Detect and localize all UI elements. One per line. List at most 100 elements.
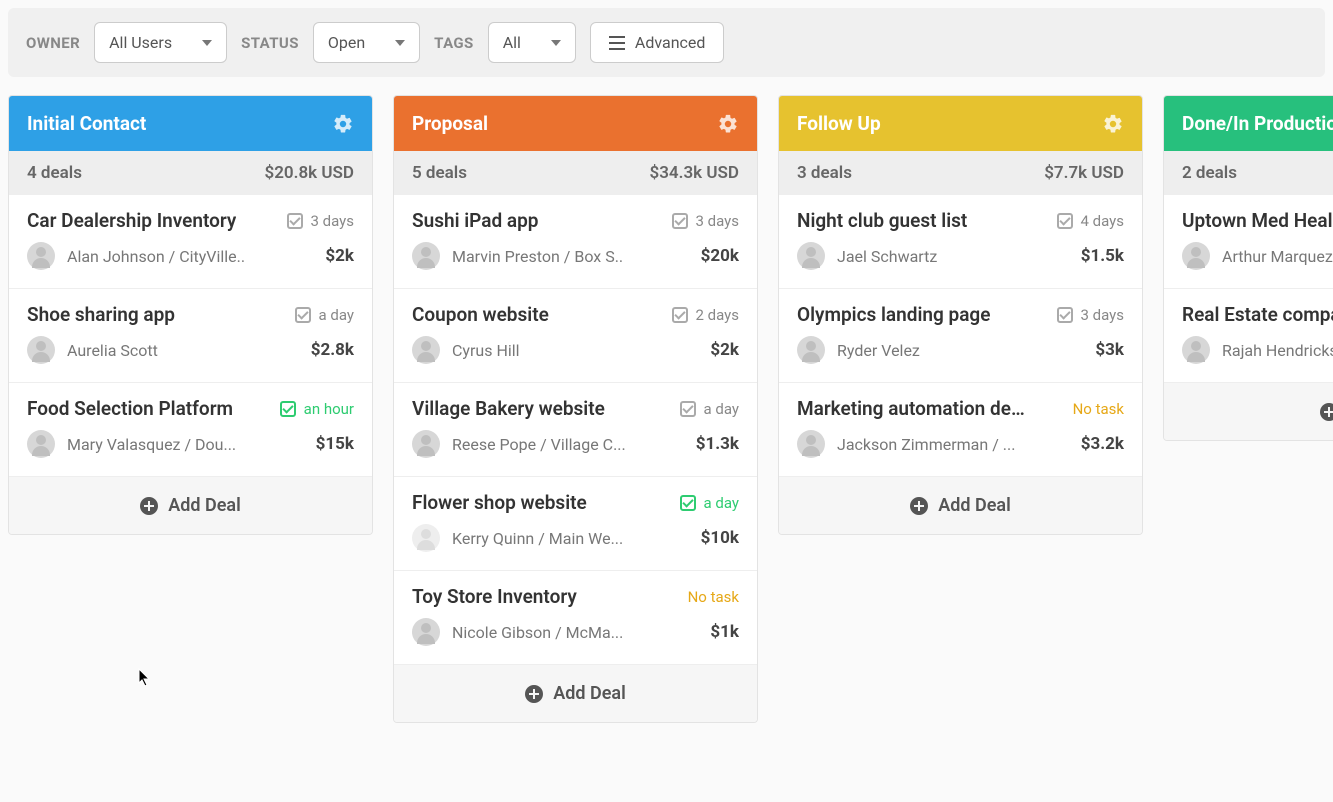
advanced-label: Advanced xyxy=(635,33,706,52)
deals-count: 5 deals xyxy=(412,163,467,183)
add-deal-button[interactable]: Ad xyxy=(1164,383,1333,440)
pipeline-column: Done/In Productio 2 dealsUptown Med HealA… xyxy=(1163,95,1333,441)
add-deal-button[interactable]: Add Deal xyxy=(779,477,1142,534)
task-indicator: 3 days xyxy=(672,212,740,230)
gear-icon[interactable] xyxy=(717,113,739,135)
deal-title: Toy Store Inventory xyxy=(412,585,577,608)
avatar xyxy=(412,430,440,458)
person-name: Cyrus Hill xyxy=(452,341,520,360)
deal-card[interactable]: Sushi iPad app 3 days Marvin Preston / Box… xyxy=(394,195,757,289)
task-indicator: 3 days xyxy=(287,212,355,230)
status-dropdown-value: Open xyxy=(328,33,365,52)
avatar xyxy=(1182,336,1210,364)
task-indicator: an hour xyxy=(280,400,354,418)
column-total: $20.8k USD xyxy=(265,163,355,183)
deal-title: Shoe sharing app xyxy=(27,303,175,326)
tags-label: TAGS xyxy=(434,34,474,52)
avatar xyxy=(27,242,55,270)
deal-value: $2k xyxy=(710,340,739,360)
deal-value: $10k xyxy=(701,528,739,548)
deal-value: $1.5k xyxy=(1081,246,1124,266)
deal-card[interactable]: Toy Store Inventory No task Nicole Gibson … xyxy=(394,571,757,665)
task-indicator: 4 days xyxy=(1057,212,1125,230)
deal-card[interactable]: Real Estate compaRajah Hendricks xyxy=(1164,289,1333,383)
deal-person: Marvin Preston / Box S.. xyxy=(412,242,623,270)
owner-label: OWNER xyxy=(26,34,80,52)
deal-person: Alan Johnson / CityVille.. xyxy=(27,242,245,270)
task-text: an hour xyxy=(304,400,354,418)
check-square-icon xyxy=(680,495,696,511)
person-name: Reese Pope / Village C... xyxy=(452,435,626,454)
person-name: Jackson Zimmerman / ... xyxy=(837,435,1015,454)
column-title: Proposal xyxy=(412,112,488,135)
column-summary: 4 deals$20.8k USD xyxy=(9,151,372,195)
person-name: Jael Schwartz xyxy=(837,247,937,266)
deals-count: 3 deals xyxy=(797,163,852,183)
avatar xyxy=(412,524,440,552)
column-header: Done/In Productio xyxy=(1164,96,1333,151)
deal-card[interactable]: Night club guest list4 daysJael Schwartz… xyxy=(779,195,1142,289)
deal-card[interactable]: Shoe sharing appa dayAurelia Scott$2.8k xyxy=(9,289,372,383)
deal-card[interactable]: Food Selection Platforman hourMary Valas… xyxy=(9,383,372,477)
deal-card[interactable]: Coupon website2 daysCyrus Hill$2k xyxy=(394,289,757,383)
deal-title: Flower shop website xyxy=(412,491,587,514)
column-header: Proposal xyxy=(394,96,757,151)
column-title: Done/In Productio xyxy=(1182,112,1333,135)
column-header: Follow Up xyxy=(779,96,1142,151)
task-text: No task xyxy=(688,588,739,606)
check-square-icon xyxy=(280,401,296,417)
person-name: Nicole Gibson / McMa... xyxy=(452,623,623,642)
avatar xyxy=(797,242,825,270)
add-deal-button[interactable]: Add Deal xyxy=(394,665,757,722)
task-text: No task xyxy=(1073,400,1124,418)
check-square-icon xyxy=(1057,307,1073,323)
deal-title: Marketing automation demo xyxy=(797,397,1032,420)
avatar xyxy=(797,430,825,458)
status-dropdown[interactable]: Open xyxy=(313,22,420,63)
column-title: Initial Contact xyxy=(27,112,146,135)
check-square-icon xyxy=(1057,213,1073,229)
gear-icon[interactable] xyxy=(1102,113,1124,135)
deal-value: $1.3k xyxy=(696,434,739,454)
advanced-filters-button[interactable]: Advanced xyxy=(590,22,725,63)
gear-icon[interactable] xyxy=(332,113,354,135)
avatar xyxy=(412,336,440,364)
deal-card[interactable]: Flower shop websitea dayKerry Quinn / Ma… xyxy=(394,477,757,571)
check-square-icon xyxy=(287,213,303,229)
task-text: 3 days xyxy=(311,212,355,230)
deal-title: Sushi iPad app xyxy=(412,209,538,232)
tags-dropdown[interactable]: All xyxy=(488,22,576,63)
task-text: 3 days xyxy=(1081,306,1125,324)
avatar xyxy=(27,336,55,364)
filter-bar: OWNER All Users STATUS Open TAGS All Adv… xyxy=(8,8,1325,77)
check-square-icon xyxy=(680,401,696,417)
column-header: Initial Contact xyxy=(9,96,372,151)
task-text: a day xyxy=(704,494,740,512)
add-deal-label: Add Deal xyxy=(938,495,1011,516)
deal-card[interactable]: Olympics landing page3 daysRyder Velez$3… xyxy=(779,289,1142,383)
task-indicator: 2 days xyxy=(672,306,740,324)
deal-card[interactable]: Car Dealership Inventory3 daysAlan Johns… xyxy=(9,195,372,289)
owner-dropdown-value: All Users xyxy=(109,33,172,52)
deal-title: Village Bakery website xyxy=(412,397,605,420)
owner-dropdown[interactable]: All Users xyxy=(94,22,227,63)
task-text: a day xyxy=(319,306,355,324)
task-indicator: No task xyxy=(1073,400,1124,418)
column-total: $34.3k USD xyxy=(650,163,740,183)
avatar xyxy=(412,618,440,646)
status-label: STATUS xyxy=(241,34,299,52)
task-text: 4 days xyxy=(1081,212,1125,230)
column-summary: 2 deals xyxy=(1164,151,1333,195)
deal-card[interactable]: Uptown Med HealArthur Marquez xyxy=(1164,195,1333,289)
person-name: Alan Johnson / CityVille.. xyxy=(67,247,245,266)
deal-card[interactable]: Village Bakery website a day Reese Pope / … xyxy=(394,383,757,477)
deal-person: Arthur Marquez xyxy=(1182,242,1333,270)
add-deal-button[interactable]: Add Deal xyxy=(9,477,372,534)
task-indicator: a day xyxy=(680,400,740,418)
avatar xyxy=(797,336,825,364)
deal-card[interactable]: Marketing automation demo No task Jackson … xyxy=(779,383,1142,477)
plus-circle-icon xyxy=(525,685,543,703)
avatar xyxy=(1182,242,1210,270)
deal-person: Jackson Zimmerman / ... xyxy=(797,430,1015,458)
check-square-icon xyxy=(672,307,688,323)
